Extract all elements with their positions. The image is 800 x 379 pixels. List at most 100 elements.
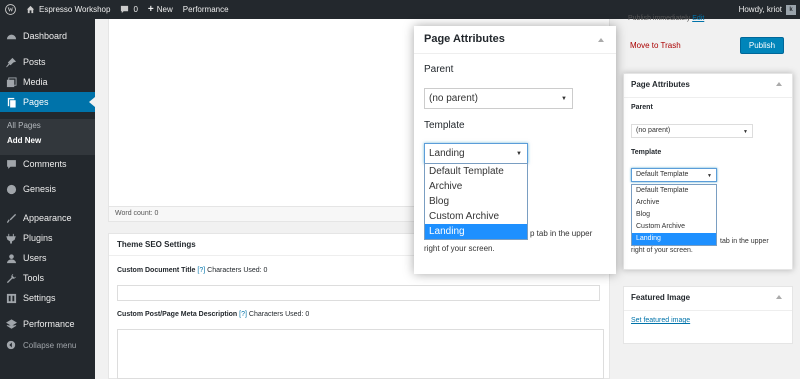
comments-count: 0 — [133, 5, 138, 14]
meta-desc-help-link[interactable]: [?] — [239, 311, 247, 318]
meta-desc-label-text: Custom Post/Page Meta Description — [117, 311, 238, 318]
template-option-selected[interactable]: Landing — [632, 233, 716, 245]
template-option[interactable]: Archive — [425, 179, 527, 194]
meta-desc-textarea[interactable] — [117, 329, 604, 379]
collapse-label: Collapse menu — [23, 340, 77, 350]
template-option[interactable]: Archive — [632, 197, 716, 209]
site-name: Espresso Workshop — [39, 5, 111, 14]
divider — [414, 53, 616, 54]
doc-title-help-link[interactable]: [?] — [197, 267, 205, 274]
menu-label: Users — [23, 253, 47, 263]
menu-label: Pages — [23, 97, 49, 107]
menu-settings[interactable]: Settings — [0, 288, 95, 308]
template-label: Template — [424, 120, 465, 131]
menu-performance[interactable]: Performance — [0, 314, 95, 334]
menu-label: Dashboard — [23, 31, 68, 41]
avatar: k — [786, 4, 796, 15]
publish-box: Publish immediately Edit Move to Trash P… — [622, 15, 792, 59]
set-featured-image-link[interactable]: Set featured image — [631, 317, 690, 324]
menu-label: Settings — [23, 293, 56, 303]
submenu-all-pages[interactable]: All Pages — [7, 121, 41, 130]
menu-genesis[interactable]: Genesis — [0, 179, 95, 199]
comments-link[interactable]: 0 — [115, 0, 142, 19]
template-select[interactable]: Landing ▼ — [424, 143, 528, 164]
menu-label: Performance — [23, 319, 75, 329]
publish-button[interactable]: Publish — [740, 37, 784, 54]
page-attributes-zoomed: Page Attributes Parent (no parent) ▼ Tem… — [414, 26, 616, 274]
parent-select[interactable]: (no parent) ▼ — [424, 88, 573, 109]
menu-posts[interactable]: Posts — [0, 52, 95, 72]
new-content-link[interactable]: + New — [143, 0, 178, 19]
help-text-partial: tab in the upper — [720, 238, 769, 245]
help-text-line2: right of your screen. — [631, 247, 693, 254]
toggle-arrow-icon[interactable] — [776, 295, 782, 299]
plug-icon — [5, 232, 17, 244]
menu-appearance[interactable]: Appearance — [0, 208, 95, 228]
menu-label: Genesis — [23, 184, 57, 194]
template-select[interactable]: Default Template ▼ — [631, 168, 717, 182]
comment-icon — [5, 158, 17, 170]
collapse-menu[interactable]: Collapse menu — [0, 335, 95, 355]
publish-edit-link[interactable]: Edit — [692, 15, 704, 22]
template-option[interactable]: Blog — [425, 194, 527, 209]
page-attributes-title: Page Attributes — [424, 33, 505, 45]
divider — [624, 97, 792, 98]
my-account[interactable]: Howdy, kriot k — [739, 0, 796, 19]
menu-users[interactable]: Users — [0, 248, 95, 268]
parent-label: Parent — [631, 104, 653, 111]
plus-icon: + — [147, 4, 154, 15]
meta-desc-label: Custom Post/Page Meta Description [?] Ch… — [117, 311, 309, 318]
publish-immediately: Publish immediately — [628, 15, 691, 22]
page-attributes-box: Page Attributes Parent (no parent) ▼ Tem… — [623, 73, 793, 270]
menu-plugins[interactable]: Plugins — [0, 228, 95, 248]
media-icon — [5, 76, 17, 88]
template-option[interactable]: Custom Archive — [425, 209, 527, 224]
toggle-arrow-icon[interactable] — [598, 38, 604, 42]
doc-title-chars: Characters Used: 0 — [207, 267, 268, 274]
collapse-icon — [5, 339, 17, 351]
brush-icon — [5, 212, 17, 224]
template-option[interactable]: Default Template — [425, 164, 527, 179]
template-option[interactable]: Blog — [632, 209, 716, 221]
menu-comments[interactable]: Comments — [0, 154, 95, 174]
home-icon — [26, 5, 35, 14]
menu-pages[interactable]: Pages — [0, 92, 95, 112]
submenu-add-new[interactable]: Add New — [7, 136, 41, 145]
pages-submenu: All Pages Add New — [0, 119, 95, 155]
svg-text:W: W — [7, 8, 13, 14]
menu-dashboard[interactable]: Dashboard — [0, 26, 95, 46]
menu-label: Media — [23, 77, 48, 87]
performance-label: Performance — [182, 5, 229, 14]
publish-schedule: Publish immediately Edit — [628, 15, 704, 22]
admin-menu: Dashboard Posts Media Pages All Pages Ad… — [0, 19, 95, 379]
menu-tools[interactable]: Tools — [0, 268, 95, 288]
toggle-arrow-icon[interactable] — [776, 82, 782, 86]
wp-logo-icon[interactable]: W — [0, 0, 21, 19]
doc-title-input[interactable] — [117, 285, 600, 301]
meta-desc-chars: Characters Used: 0 — [248, 311, 310, 318]
parent-label: Parent — [424, 64, 454, 75]
site-name-link[interactable]: Espresso Workshop — [21, 0, 115, 19]
template-label: Template — [631, 149, 662, 156]
menu-label: Posts — [23, 57, 46, 67]
featured-image-title: Featured Image — [631, 293, 691, 302]
move-to-trash-link[interactable]: Move to Trash — [630, 41, 681, 50]
parent-select-value: (no parent) — [429, 93, 478, 104]
menu-media[interactable]: Media — [0, 72, 95, 92]
menu-label: Plugins — [23, 233, 53, 243]
divider — [624, 310, 792, 311]
page-attributes-title: Page Attributes — [631, 80, 690, 89]
template-option[interactable]: Custom Archive — [632, 221, 716, 233]
parent-select[interactable]: (no parent) ▼ — [631, 124, 753, 138]
parent-select-value: (no parent) — [636, 127, 671, 134]
template-dropdown-list: Default Template Archive Blog Custom Arc… — [424, 163, 528, 240]
template-select-value: Landing — [429, 148, 465, 159]
user-icon — [5, 252, 17, 264]
doc-title-label-text: Custom Document Title — [117, 267, 196, 274]
comment-icon — [120, 5, 129, 14]
dashboard-icon — [5, 30, 17, 42]
template-option[interactable]: Default Template — [632, 185, 716, 197]
settings-icon — [5, 292, 17, 304]
performance-link[interactable]: Performance — [178, 0, 234, 19]
template-option-selected[interactable]: Landing — [425, 224, 527, 239]
